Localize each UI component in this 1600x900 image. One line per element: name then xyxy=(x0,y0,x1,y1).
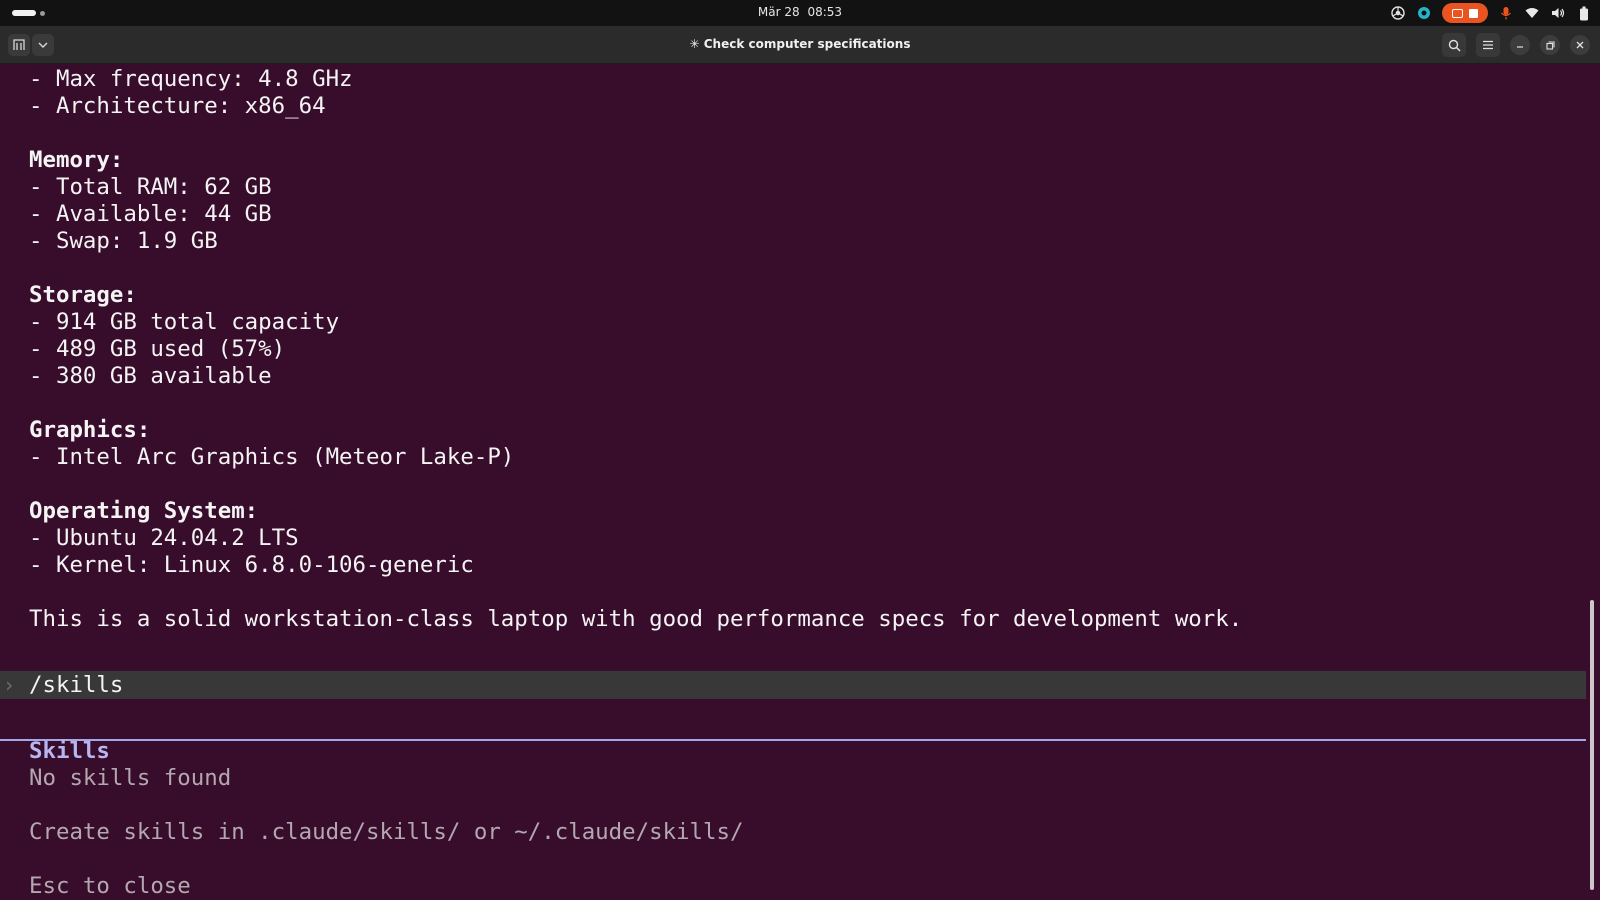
section-heading-storage: Storage: xyxy=(29,282,137,308)
clock[interactable]: Mär 28 08:53 xyxy=(0,5,1600,19)
spec-line: - Max frequency: 4.8 GHz xyxy=(29,66,353,92)
minimize-icon xyxy=(1517,46,1523,48)
skills-footer: Esc to close xyxy=(29,873,191,899)
spec-line: - 489 GB used (57%) xyxy=(29,336,286,362)
prompt-command: /skills xyxy=(29,672,124,698)
section-heading-os: Operating System: xyxy=(29,498,259,524)
close-button[interactable] xyxy=(1570,35,1590,55)
volume-icon[interactable] xyxy=(1550,5,1566,21)
restore-icon xyxy=(1545,40,1555,50)
spec-line: - 914 GB total capacity xyxy=(29,309,340,335)
search-button[interactable] xyxy=(1442,33,1466,57)
microphone-icon[interactable] xyxy=(1498,5,1514,21)
system-top-bar: Mär 28 08:53 xyxy=(0,0,1600,26)
search-icon xyxy=(1448,39,1461,52)
minimize-button[interactable] xyxy=(1510,35,1530,55)
clock-time: 08:53 xyxy=(807,5,843,19)
close-icon xyxy=(1576,41,1584,49)
panel-divider xyxy=(0,739,1586,741)
command-prompt-row[interactable]: › /skills xyxy=(0,671,1586,699)
restore-button[interactable] xyxy=(1540,35,1560,55)
app-indicator-icon[interactable] xyxy=(1416,5,1432,21)
skills-panel-title: Skills xyxy=(29,738,110,764)
section-heading-memory: Memory: xyxy=(29,147,124,173)
spec-line: - Swap: 1.9 GB xyxy=(29,228,218,254)
stop-record-icon xyxy=(1469,8,1478,18)
battery-icon[interactable] xyxy=(1576,5,1592,21)
hamburger-menu-button[interactable] xyxy=(1476,33,1500,57)
spec-line: - Intel Arc Graphics (Meteor Lake-P) xyxy=(29,444,515,470)
terminal-header-bar: ✳ Check computer specifications xyxy=(0,26,1600,64)
spec-line: - Ubuntu 24.04.2 LTS xyxy=(29,525,299,551)
window-title: ✳ Check computer specifications xyxy=(689,37,911,51)
spec-line: - Available: 44 GB xyxy=(29,201,272,227)
spec-line: - 380 GB available xyxy=(29,363,272,389)
spec-line: - Kernel: Linux 6.8.0-106-generic xyxy=(29,552,474,578)
screencast-icon xyxy=(1452,8,1463,18)
spec-line: - Architecture: x86_64 xyxy=(29,93,326,119)
system-tray xyxy=(1390,3,1592,23)
terminal-scrollbar[interactable] xyxy=(1590,600,1594,890)
skills-hint: Create skills in .claude/skills/ or ~/.c… xyxy=(29,819,744,845)
prompt-chevron-icon: › xyxy=(3,673,16,697)
hamburger-icon xyxy=(1483,40,1493,50)
chrome-icon[interactable] xyxy=(1390,5,1406,21)
summary-line: This is a solid workstation-class laptop… xyxy=(29,606,1243,632)
window-controls xyxy=(1442,33,1590,57)
spec-line: - Total RAM: 62 GB xyxy=(29,174,272,200)
terminal-output[interactable]: - Max frequency: 4.8 GHz - Architecture:… xyxy=(0,64,1586,900)
wifi-icon[interactable] xyxy=(1524,5,1540,21)
section-heading-graphics: Graphics: xyxy=(29,417,151,443)
skills-status: No skills found xyxy=(29,765,232,791)
screen-recording-indicator[interactable] xyxy=(1442,3,1488,23)
clock-date: Mär 28 xyxy=(757,5,800,19)
